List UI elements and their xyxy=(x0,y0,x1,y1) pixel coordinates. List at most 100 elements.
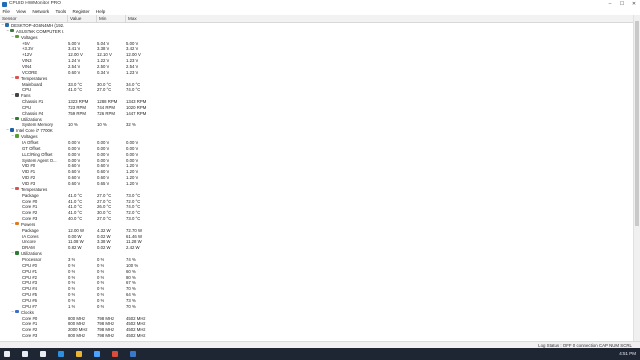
sensor-row[interactable]: System Agent O... 0.00 V 0.00 V 0.00 V xyxy=(0,158,634,164)
tree-node[interactable]: − Powers xyxy=(0,221,634,228)
column-value[interactable]: Value xyxy=(67,15,81,22)
tree-node[interactable]: − Voltages xyxy=(0,34,634,41)
sensor-value: 41.0 °C xyxy=(68,87,83,93)
search-icon[interactable] xyxy=(22,351,28,357)
scrollbar-thumb[interactable] xyxy=(635,21,639,226)
tree-node[interactable]: −DESKTOP-4G6N4MH (192.16... xyxy=(0,23,634,29)
collapse-toggle-icon[interactable]: − xyxy=(11,222,14,225)
sensor-max: 12.00 V xyxy=(126,52,141,58)
tree-node[interactable]: − Utilizations xyxy=(0,116,634,123)
menu-help[interactable]: Help xyxy=(93,8,107,15)
tree-node[interactable]: − Intel Core i7 7700K xyxy=(0,128,634,134)
menu-network[interactable]: Network xyxy=(30,8,52,15)
sensor-row[interactable]: Core #2 41.0 °C 30.0 °C 72.0 °C xyxy=(0,210,634,216)
collapse-toggle-icon[interactable]: − xyxy=(1,23,4,26)
sensor-row[interactable]: Chassis #4 759 RPM 726 RPM 1447 RPM xyxy=(0,111,634,117)
tree-node[interactable]: − Clocks xyxy=(0,309,634,316)
hwmonitor-icon[interactable] xyxy=(130,351,136,357)
sensor-row[interactable]: Core #2 2000 MHz 798 MHz 4502 MHz xyxy=(0,327,634,333)
sensor-row[interactable]: IA Offset 0.00 V 0.00 V 0.00 V xyxy=(0,140,634,146)
column-max[interactable]: Max xyxy=(125,15,137,22)
sensor-row[interactable]: CPU #4 0 % 0 % 70 % xyxy=(0,286,634,292)
sensor-row[interactable]: VID #3 0.60 V 0.65 V 1.20 V xyxy=(0,181,634,187)
column-min[interactable]: Min xyxy=(96,15,106,22)
sensor-row[interactable]: +5V 5.00 V 5.04 V 5.00 V xyxy=(0,41,634,47)
sensor-row[interactable]: Core #1 41.0 °C 26.0 °C 74.0 °C xyxy=(0,204,634,210)
sensor-min: 0.34 V xyxy=(97,69,110,75)
collapse-toggle-icon[interactable]: − xyxy=(11,93,14,96)
sensor-row[interactable]: LLC/Ring Offset 0.00 V 0.00 V 0.00 V xyxy=(0,152,634,158)
collapse-toggle-icon[interactable]: − xyxy=(11,251,14,254)
sensor-row[interactable]: System Memory 10 % 10 % 32 % xyxy=(0,122,634,128)
sensor-row[interactable]: Core #3 800 MHz 798 MHz 4502 MHz xyxy=(0,333,634,339)
collapse-toggle-icon[interactable]: − xyxy=(11,76,14,79)
close-button[interactable]: ✕ xyxy=(628,0,640,8)
sensor-row[interactable]: VID #1 0.60 V 0.60 V 1.20 V xyxy=(0,169,634,175)
sensor-row[interactable]: +3.3V 3.41 V 3.38 V 3.42 V xyxy=(0,46,634,52)
tree-node[interactable]: − Voltages xyxy=(0,134,634,140)
vertical-scrollbar[interactable] xyxy=(633,15,640,341)
collapse-toggle-icon[interactable]: − xyxy=(11,117,14,120)
sensor-row[interactable]: CPU #3 0 % 0 % 67 % xyxy=(0,280,634,286)
sensor-row[interactable]: Mainboard 33.0 °C 30.0 °C 34.0 °C xyxy=(0,82,634,88)
sensor-row[interactable]: VID #2 0.60 V 0.60 V 1.20 V xyxy=(0,175,634,181)
sensor-row[interactable]: Core #3 40.0 °C 27.0 °C 73.0 °C xyxy=(0,216,634,222)
column-sensor[interactable]: Sensor xyxy=(0,15,17,22)
tree-node[interactable]: − ASUSTeK COMPUTER I... xyxy=(0,28,634,35)
sensor-row[interactable]: Core #0 41.0 °C 27.0 °C 72.0 °C xyxy=(0,199,634,205)
taskbar-clock[interactable]: 4:51 PM xyxy=(619,348,636,360)
sensor-name: Core #0 xyxy=(22,315,38,321)
collapse-toggle-icon[interactable]: − xyxy=(11,35,14,38)
store-icon[interactable] xyxy=(94,351,100,357)
collapse-toggle-icon[interactable]: − xyxy=(11,310,14,313)
sensor-row[interactable]: CPU #5 0 % 0 % 64 % xyxy=(0,292,634,298)
thermometer-icon xyxy=(15,186,19,191)
sensor-row[interactable]: VCORE 0.60 V 0.34 V 1.23 V xyxy=(0,70,634,76)
sensor-row[interactable]: Package 41.0 °C 27.0 °C 73.0 °C xyxy=(0,193,634,199)
maximize-button[interactable]: ☐ xyxy=(616,0,628,8)
menu-tools[interactable]: Tools xyxy=(53,8,69,15)
sensor-name: +5V xyxy=(22,40,30,46)
edge-icon[interactable] xyxy=(58,351,64,357)
sensor-row[interactable]: Core #0 800 MHz 798 MHz 4502 MHz xyxy=(0,316,634,322)
sensor-row[interactable]: +12V 12.00 V 12.10 V 12.00 V xyxy=(0,52,634,58)
sensor-row[interactable]: CPU #1 0 % 0 % 60 % xyxy=(0,269,634,275)
sensor-name: Temperatures xyxy=(21,75,48,81)
sensor-min: 744 RPM xyxy=(97,104,115,110)
menu-register[interactable]: Register xyxy=(70,8,92,15)
sensor-row[interactable]: CPU 723 RPM 744 RPM 1020 RPM xyxy=(0,105,634,111)
collapse-toggle-icon[interactable]: − xyxy=(6,29,9,32)
sensor-row[interactable]: IA Cores 0.00 W 0.02 W 61.46 W xyxy=(0,234,634,240)
tree-node[interactable]: − Temperatures xyxy=(0,186,634,193)
collapse-toggle-icon[interactable]: − xyxy=(6,128,9,131)
sensor-row[interactable]: CPU #6 0 % 0 % 73 % xyxy=(0,298,634,304)
sensor-row[interactable]: Package 12.00 W 4.32 W 72.70 W xyxy=(0,228,634,234)
tree-node[interactable]: − Utilizations xyxy=(0,251,634,257)
menu-file[interactable]: File xyxy=(0,8,12,15)
sensor-row[interactable]: Chassis #1 1323 RPM 1288 RPM 1343 RPM xyxy=(0,99,634,105)
minimize-button[interactable]: – xyxy=(604,0,616,8)
sensor-row[interactable]: CPU #7 1 % 0 % 70 % xyxy=(0,304,634,310)
collapse-toggle-icon[interactable]: − xyxy=(11,134,14,137)
tree-node[interactable]: − Fans xyxy=(0,93,634,99)
sensor-row[interactable]: CPU #2 0 % 0 % 80 % xyxy=(0,275,634,281)
sensor-row[interactable]: DRAM 0.82 W 0.02 W 2.42 W xyxy=(0,245,634,251)
start-icon[interactable] xyxy=(4,351,10,357)
sensor-row[interactable]: CPU #0 0 % 0 % 100 % xyxy=(0,263,634,269)
task-view-icon[interactable] xyxy=(40,351,46,357)
sensor-row[interactable]: Core #1 800 MHz 798 MHz 4502 MHz xyxy=(0,321,634,327)
sensor-min: 0.00 V xyxy=(97,151,110,157)
sensor-row[interactable]: VIN4 2.54 V 2.50 V 2.54 V xyxy=(0,64,634,70)
sensor-row[interactable]: Processor 3 % 0 % 74 % xyxy=(0,257,634,263)
sensor-row[interactable]: GT Offset 0.00 V 0.00 V 0.00 V xyxy=(0,146,634,152)
tree-node[interactable]: − Temperatures xyxy=(0,75,634,82)
menu-view[interactable]: View xyxy=(14,8,29,15)
sensor-row[interactable]: VID #0 0.60 V 0.60 V 1.20 V xyxy=(0,163,634,169)
sensor-row[interactable]: VIN3 1.24 V 1.22 V 1.23 V xyxy=(0,58,634,64)
sensor-row[interactable]: Uncore 11.08 W 3.38 W 11.28 W xyxy=(0,239,634,245)
file-explorer-icon[interactable] xyxy=(76,351,82,357)
sensor-tree[interactable]: −DESKTOP-4G6N4MH (192.16...−ASUSTeK COMP… xyxy=(0,23,634,341)
chrome-icon[interactable] xyxy=(112,351,118,357)
sensor-row[interactable]: CPU 41.0 °C 27.0 °C 74.0 °C xyxy=(0,87,634,93)
collapse-toggle-icon[interactable]: − xyxy=(11,187,14,190)
